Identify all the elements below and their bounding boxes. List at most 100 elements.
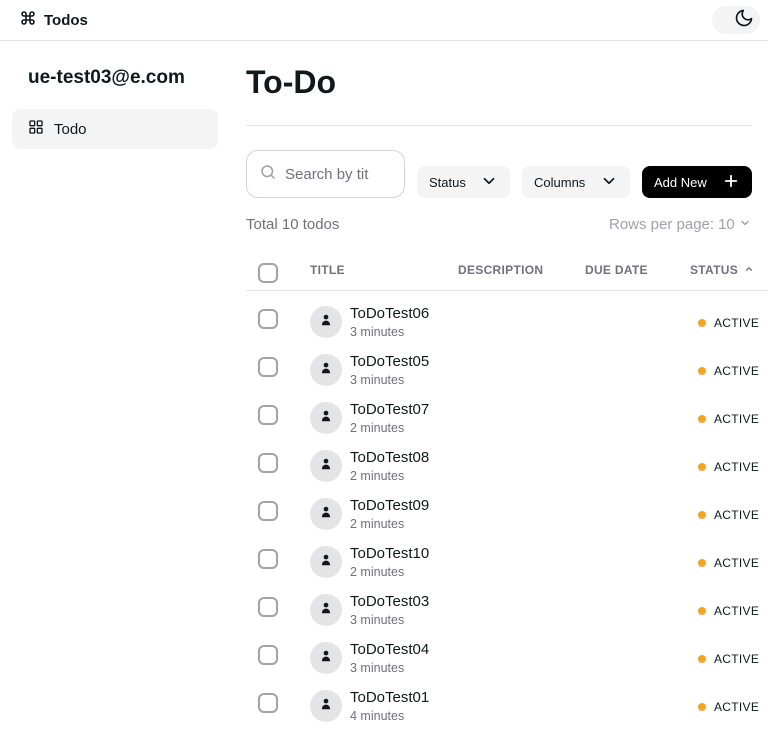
- status-label: ACTIVE: [714, 604, 760, 618]
- page-title: To-Do: [246, 64, 337, 100]
- row-checkbox[interactable]: [258, 597, 278, 617]
- todo-time: 3 minutes: [350, 325, 405, 339]
- user-icon: [319, 457, 333, 476]
- todo-title: ToDoTest09: [350, 497, 430, 514]
- status-dot: [698, 367, 706, 375]
- chevron-down-icon: [739, 216, 751, 233]
- table-row[interactable]: ToDoTest05 3 minutes ACTIVE: [246, 343, 768, 391]
- table-row[interactable]: ToDoTest08 2 minutes ACTIVE: [246, 439, 768, 487]
- rows-per-page-value: 10: [718, 216, 735, 233]
- status-label: ACTIVE: [714, 316, 760, 330]
- user-icon: [319, 313, 333, 332]
- todo-title: ToDoTest05: [350, 353, 430, 370]
- sidebar-item-label: Todo: [54, 120, 87, 138]
- select-all-checkbox[interactable]: [258, 263, 278, 283]
- moon-icon: [734, 8, 754, 33]
- column-header-description[interactable]: DESCRIPTION: [458, 263, 543, 277]
- avatar: [310, 498, 342, 530]
- chevron-up-icon: [744, 263, 754, 277]
- todo-time: 4 minutes: [350, 709, 405, 723]
- column-header-status[interactable]: STATUS: [690, 263, 754, 277]
- row-checkbox[interactable]: [258, 693, 278, 713]
- todo-title: ToDoTest01: [350, 689, 430, 706]
- user-icon: [319, 409, 333, 428]
- row-checkbox[interactable]: [258, 309, 278, 329]
- status-badge: ACTIVE: [698, 700, 759, 714]
- status-label: ACTIVE: [714, 412, 760, 426]
- add-new-label: Add New: [654, 174, 707, 190]
- todo-time: 2 minutes: [350, 469, 405, 483]
- column-header-description-label: DESCRIPTION: [458, 263, 544, 277]
- table-row[interactable]: ToDoTest01 4 minutes ACTIVE: [246, 679, 768, 727]
- row-checkbox[interactable]: [258, 453, 278, 473]
- todo-time: 2 minutes: [350, 565, 405, 579]
- chevron-down-icon: [600, 172, 618, 193]
- status-badge: ACTIVE: [698, 364, 759, 378]
- rows-per-page[interactable]: Rows per page: 10: [609, 216, 751, 233]
- todo-time: 2 minutes: [350, 421, 405, 435]
- command-icon: [20, 10, 36, 30]
- columns-button[interactable]: Columns: [522, 166, 630, 198]
- user-email: ue-test03@e.com: [28, 67, 185, 88]
- column-header-title-label: TITLE: [310, 263, 345, 277]
- column-header-due-date-label: DUE DATE: [585, 263, 648, 277]
- status-filter-label: Status: [429, 174, 466, 190]
- top-navbar: Todos: [0, 0, 768, 41]
- user-icon: [319, 649, 333, 668]
- divider: [246, 125, 752, 126]
- todo-title: ToDoTest03: [350, 593, 430, 610]
- search-box[interactable]: [246, 150, 405, 198]
- status-dot: [698, 415, 706, 423]
- user-icon: [319, 697, 333, 716]
- row-checkbox[interactable]: [258, 357, 278, 377]
- status-dot: [698, 559, 706, 567]
- table-row[interactable]: ToDoTest10 2 minutes ACTIVE: [246, 535, 768, 583]
- table-header: TITLE DESCRIPTION DUE DATE STATUS: [246, 255, 768, 291]
- columns-label: Columns: [534, 174, 586, 190]
- table-row[interactable]: ToDoTest06 3 minutes ACTIVE: [246, 295, 768, 343]
- app-title: Todos: [44, 11, 88, 29]
- table-row[interactable]: ToDoTest04 3 minutes ACTIVE: [246, 631, 768, 679]
- todo-title: ToDoTest06: [350, 305, 430, 322]
- status-label: ACTIVE: [714, 556, 760, 570]
- status-dot: [698, 511, 706, 519]
- row-checkbox[interactable]: [258, 501, 278, 521]
- user-icon: [319, 601, 333, 620]
- user-icon: [319, 505, 333, 524]
- user-icon: [319, 361, 333, 380]
- sidebar-item-todo[interactable]: Todo: [12, 109, 218, 149]
- todo-title: ToDoTest10: [350, 545, 430, 562]
- avatar: [310, 690, 342, 722]
- row-checkbox[interactable]: [258, 645, 278, 665]
- column-header-title[interactable]: TITLE: [310, 263, 345, 277]
- table-row[interactable]: ToDoTest09 2 minutes ACTIVE: [246, 487, 768, 535]
- status-dot: [698, 607, 706, 615]
- status-label: ACTIVE: [714, 508, 760, 522]
- column-header-due-date[interactable]: DUE DATE: [585, 263, 648, 277]
- status-dot: [698, 655, 706, 663]
- status-badge: ACTIVE: [698, 412, 759, 426]
- add-new-button[interactable]: Add New: [642, 166, 752, 198]
- total-count: Total 10 todos: [246, 216, 340, 233]
- search-input[interactable]: [285, 165, 369, 183]
- status-dot: [698, 319, 706, 327]
- status-filter-button[interactable]: Status: [417, 166, 510, 198]
- status-badge: ACTIVE: [698, 652, 759, 666]
- table-row[interactable]: ToDoTest07 2 minutes ACTIVE: [246, 391, 768, 439]
- table-row[interactable]: ToDoTest03 3 minutes ACTIVE: [246, 583, 768, 631]
- avatar: [310, 354, 342, 386]
- status-badge: ACTIVE: [698, 508, 759, 522]
- main-content: To-Do Status Columns Add New: [246, 41, 768, 730]
- avatar: [310, 594, 342, 626]
- rows-per-page-label: Rows per page:: [609, 216, 715, 233]
- todo-title: ToDoTest04: [350, 641, 430, 658]
- todo-time: 3 minutes: [350, 373, 405, 387]
- grid-icon: [28, 119, 44, 139]
- avatar: [310, 642, 342, 674]
- theme-toggle[interactable]: [712, 6, 760, 34]
- row-checkbox[interactable]: [258, 549, 278, 569]
- todo-title: ToDoTest08: [350, 449, 430, 466]
- avatar: [310, 402, 342, 434]
- row-checkbox[interactable]: [258, 405, 278, 425]
- brand[interactable]: Todos: [20, 10, 88, 30]
